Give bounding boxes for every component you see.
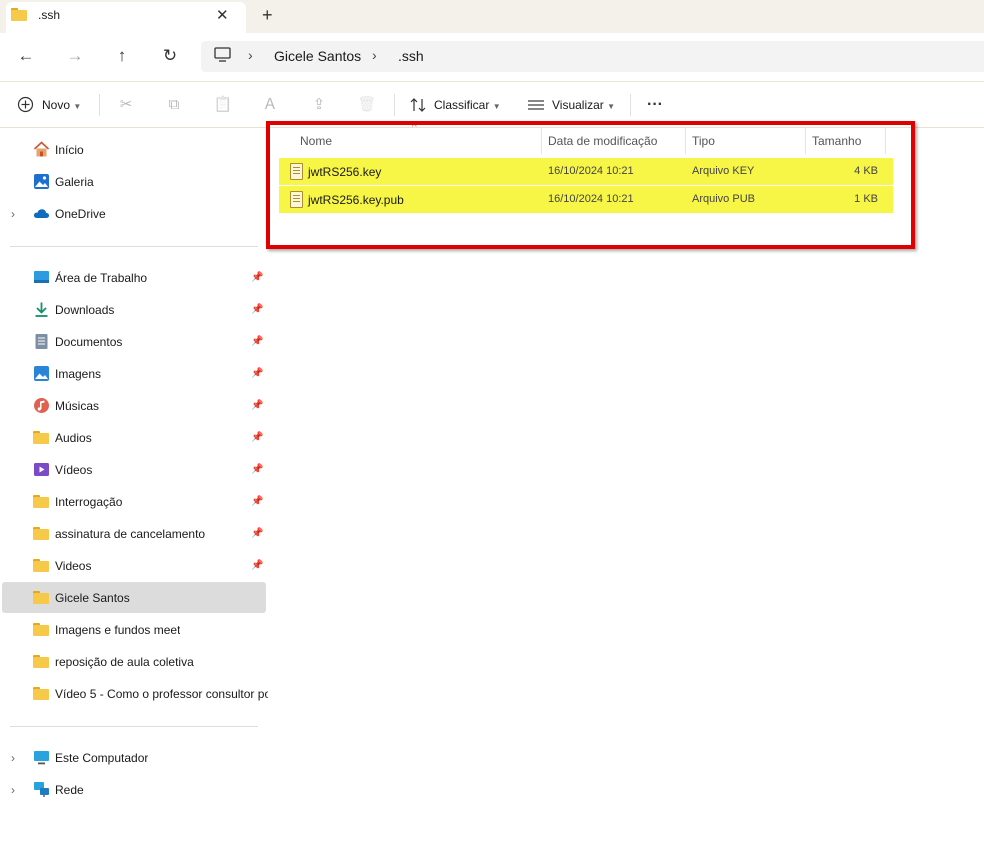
sidebar-item-label: Imagens bbox=[55, 367, 102, 381]
sidebar-item-label: Documentos bbox=[55, 335, 123, 349]
sidebar-item-label: Videos bbox=[55, 559, 92, 573]
pin-icon: 📌 bbox=[251, 432, 264, 443]
sort-label: Classificar bbox=[434, 98, 490, 112]
view-label: Visualizar bbox=[552, 98, 604, 112]
folder-icon bbox=[33, 655, 49, 668]
pictures-icon bbox=[34, 366, 49, 381]
music-icon bbox=[34, 398, 49, 413]
sidebar-item-label: Audios bbox=[55, 431, 92, 445]
delete-icon[interactable]: 🗑 bbox=[357, 95, 377, 115]
sidebar-item-label: Início bbox=[55, 143, 84, 157]
new-button[interactable]: Novo ▼ bbox=[42, 98, 81, 112]
documents-icon bbox=[35, 334, 48, 349]
folder-icon bbox=[33, 623, 49, 636]
close-tab-icon[interactable]: ✕ bbox=[216, 6, 229, 24]
copy-icon[interactable]: ⧉ bbox=[164, 95, 184, 115]
rename-icon[interactable]: Ａ bbox=[260, 95, 280, 115]
folder-icon bbox=[33, 591, 49, 604]
sidebar-item-label: Músicas bbox=[55, 399, 100, 413]
pin-icon: 📌 bbox=[251, 528, 264, 539]
paste-icon[interactable]: 📋 bbox=[213, 95, 233, 115]
more-options-button[interactable]: ··· bbox=[647, 96, 663, 114]
sidebar-item-label: Vídeos bbox=[55, 463, 93, 477]
sidebar-item-label: Downloads bbox=[55, 303, 115, 317]
sidebar-item-label: reposição de aula coletiva bbox=[55, 655, 194, 669]
breadcrumb-separator[interactable]: › bbox=[248, 47, 253, 63]
sidebar-item-label: Interrogação bbox=[55, 495, 123, 509]
folder-icon bbox=[33, 495, 49, 508]
sidebar-item-label: Área de Trabalho bbox=[55, 271, 148, 285]
breadcrumb-ssh[interactable]: .ssh bbox=[398, 48, 424, 64]
pin-icon: 📌 bbox=[251, 272, 264, 283]
new-tab-button[interactable]: + bbox=[262, 5, 273, 26]
sidebar-item-label: Este Computador bbox=[55, 751, 149, 765]
sidebar-item-label: Galeria bbox=[55, 175, 94, 189]
pin-icon: 📌 bbox=[251, 336, 264, 347]
sidebar-item-label: Rede bbox=[55, 783, 84, 797]
sidebar-item-label: Gicele Santos bbox=[55, 591, 130, 605]
desktop-icon bbox=[34, 271, 49, 283]
cloud-icon bbox=[33, 209, 50, 218]
sidebar-item-label: Imagens e fundos meet bbox=[55, 623, 181, 637]
folder-icon bbox=[11, 8, 27, 21]
home-icon bbox=[33, 141, 50, 157]
videos-icon bbox=[34, 463, 49, 476]
divider bbox=[10, 726, 258, 727]
sidebar-item-label: Vídeo 5 - Como o professor consultor pod… bbox=[55, 687, 268, 701]
view-icon bbox=[528, 100, 544, 110]
back-button[interactable]: ← bbox=[14, 44, 38, 68]
chevron-down-icon: ▼ bbox=[607, 102, 616, 111]
pin-icon: 📌 bbox=[251, 368, 264, 379]
share-icon[interactable]: ⇪ bbox=[309, 95, 329, 115]
pin-icon: 📌 bbox=[251, 464, 264, 475]
new-label: Novo bbox=[42, 98, 71, 112]
divider bbox=[630, 94, 631, 116]
up-button[interactable]: ↑ bbox=[110, 44, 134, 68]
folder-icon bbox=[33, 687, 49, 700]
sidebar-item-label: OneDrive bbox=[55, 207, 106, 221]
divider bbox=[10, 246, 258, 247]
pin-icon: 📌 bbox=[251, 560, 264, 571]
download-icon bbox=[35, 302, 48, 317]
chevron-right-icon[interactable]: › bbox=[11, 783, 15, 797]
sort-button[interactable]: Classificar ▼ bbox=[434, 98, 501, 112]
refresh-button[interactable]: ↻ bbox=[158, 44, 182, 68]
chevron-right-icon[interactable]: › bbox=[11, 207, 15, 221]
folder-icon bbox=[33, 431, 49, 444]
pin-icon: 📌 bbox=[251, 400, 264, 411]
cut-icon[interactable]: ✂ bbox=[116, 95, 136, 115]
breadcrumb-gicele-santos[interactable]: Gicele Santos bbox=[274, 48, 361, 64]
chevron-down-icon: ▼ bbox=[492, 102, 501, 111]
pin-icon: 📌 bbox=[251, 496, 264, 507]
chevron-right-icon[interactable]: › bbox=[11, 751, 15, 765]
chevron-down-icon: ▼ bbox=[73, 102, 82, 111]
gallery-icon bbox=[34, 174, 49, 189]
divider bbox=[99, 94, 100, 116]
sidebar-item-label: assinatura de cancelamento bbox=[55, 527, 206, 541]
divider bbox=[394, 94, 395, 116]
forward-button[interactable]: → bbox=[63, 44, 87, 68]
view-button[interactable]: Visualizar ▼ bbox=[552, 98, 615, 112]
breadcrumb-separator[interactable]: › bbox=[372, 47, 377, 63]
network-icon bbox=[34, 782, 49, 797]
computer-icon bbox=[34, 751, 49, 765]
sort-icon bbox=[410, 98, 426, 112]
annotation-highlight-box bbox=[266, 121, 915, 249]
computer-icon bbox=[214, 47, 231, 62]
folder-icon bbox=[33, 527, 49, 540]
pin-icon: 📌 bbox=[251, 304, 264, 315]
plus-circle-icon bbox=[17, 96, 34, 113]
tab-title: .ssh bbox=[38, 8, 61, 22]
folder-icon bbox=[33, 559, 49, 572]
